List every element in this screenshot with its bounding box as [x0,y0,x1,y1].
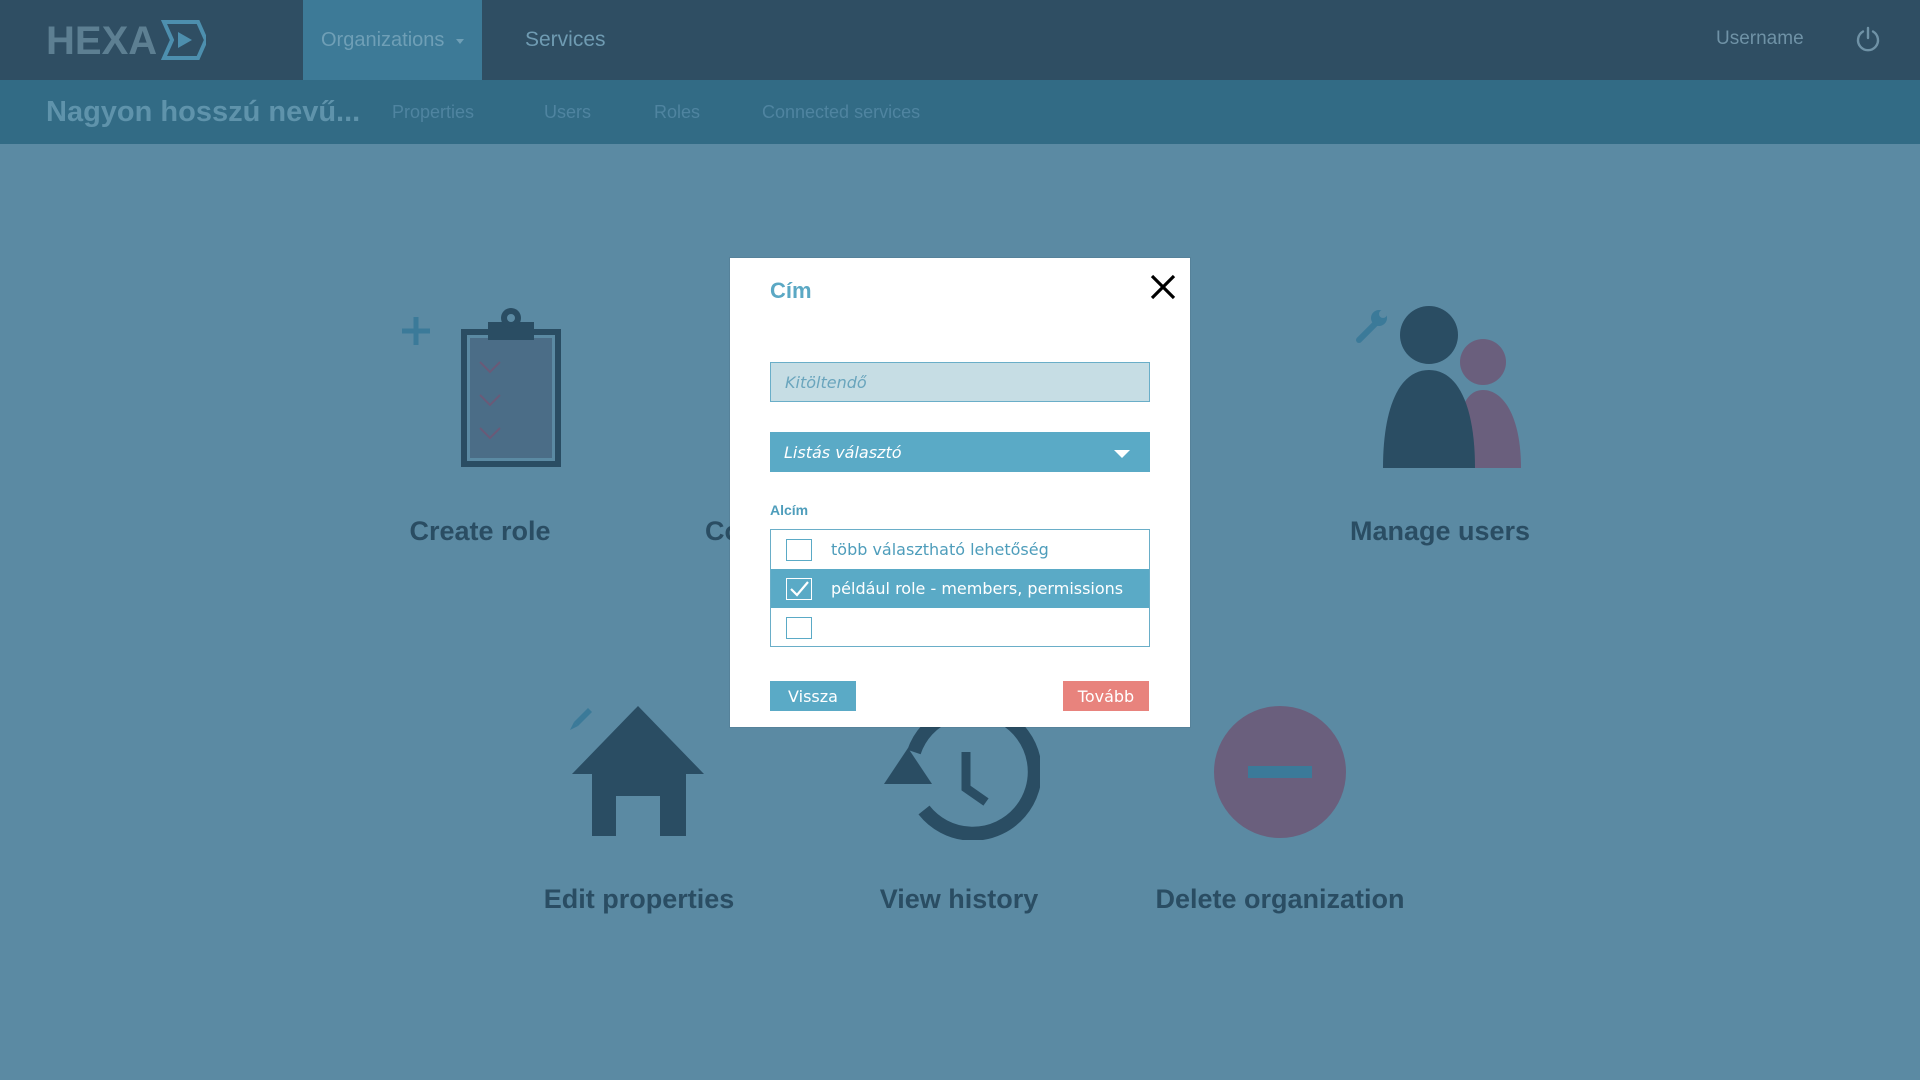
svg-text:HEXA: HEXA [46,19,157,62]
delete-organization-label: Delete organization [1155,884,1405,914]
org-subnav: Nagyon hosszú nevű... Properties Users R… [0,80,1920,144]
checkbox-row-selected[interactable]: például role - members, permissions [771,569,1149,608]
hexa-logo: HEXA [46,19,206,62]
home-edit-icon [570,706,704,836]
modal-subtitle: Alcím [770,502,809,518]
checkbox-list: több választható lehetőség például role … [770,529,1150,647]
tab-roles[interactable]: Roles [654,80,700,144]
select-value: Listás választó [784,442,902,462]
power-icon[interactable] [1855,26,1881,52]
checkbox[interactable] [786,539,812,561]
nav-organizations-label: Organizations [321,28,445,51]
back-button[interactable]: Vissza [770,681,856,711]
list-select[interactable]: Listás választó [770,432,1150,472]
tab-connected-services[interactable]: Connected services [762,80,920,144]
chevron-down-icon [1114,450,1130,458]
checkbox-label: több választható lehetőség [831,540,1049,559]
checkbox-row[interactable] [771,608,1149,647]
text-input[interactable] [770,362,1150,402]
checkmark-icon [790,581,809,597]
edit-properties-label: Edit properties [543,884,735,914]
top-navbar: HEXA Organizations Services Username [0,0,1920,80]
next-button[interactable]: Tovább [1063,681,1149,711]
caret-down-icon [456,38,465,44]
modal-dialog: Cím Listás választó Alcím több választha… [730,258,1190,727]
checkbox-row[interactable]: több választható lehetőség [771,530,1149,569]
username[interactable]: Username [1716,0,1804,78]
nav-organizations[interactable]: Organizations [303,0,482,80]
tab-users[interactable]: Users [544,80,591,144]
clipboard-add-icon [402,308,561,467]
minus-circle-icon [1214,706,1346,838]
tab-properties[interactable]: Properties [392,80,474,144]
checkbox[interactable] [786,617,812,639]
org-title: Nagyon hosszú nevű... [46,95,361,128]
view-history-label: View history [879,884,1039,914]
checkbox-checked[interactable] [786,578,812,600]
checkbox-label: például role - members, permissions [831,579,1124,598]
modal-title: Cím [770,278,812,303]
manage-users-label: Manage users [1349,516,1531,546]
close-icon[interactable] [1148,272,1178,302]
nav-services[interactable]: Services [525,0,606,80]
create-role-label: Create role [409,516,551,546]
users-wrench-icon [1356,306,1521,468]
